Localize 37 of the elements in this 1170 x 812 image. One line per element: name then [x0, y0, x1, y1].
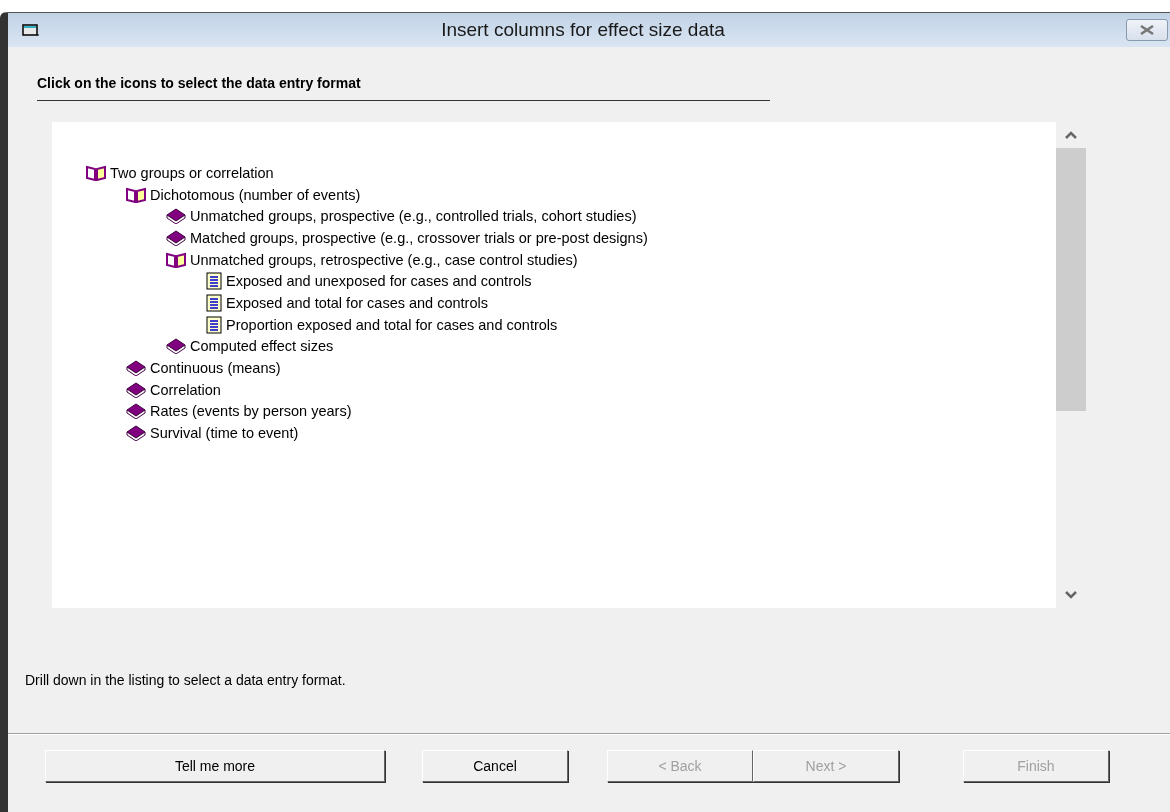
book-icon: [126, 381, 146, 398]
document-icon: [206, 293, 222, 312]
tree-item[interactable]: Exposed and total for cases and controls: [226, 294, 488, 311]
tree-item[interactable]: Rates (events by person years): [150, 403, 352, 420]
dialog-button[interactable]: Tell me more: [45, 750, 385, 782]
open-book-icon: [86, 164, 106, 181]
tree-item[interactable]: Unmatched groups, prospective (e.g., controlled trials, cohort studies): [190, 208, 637, 225]
window-title: Insert columns for effect size data: [440, 19, 726, 41]
tree-item[interactable]: Two groups or correlation: [110, 164, 274, 181]
book-icon: [166, 338, 186, 355]
tree-item[interactable]: Continuous (means): [150, 360, 281, 377]
instruction-heading: Click on the icons to select the data entry format: [37, 75, 770, 101]
tree-item[interactable]: Dichotomous (number of events): [150, 186, 361, 203]
scroll-thumb[interactable]: [1056, 148, 1086, 411]
book-icon: [126, 425, 146, 442]
tree-item[interactable]: Survival (time to event): [150, 425, 299, 442]
window-icon: [22, 23, 40, 37]
tree-item[interactable]: Proportion exposed and total for cases and controls: [226, 316, 558, 333]
dialog-button[interactable]: Cancel: [422, 750, 568, 782]
book-icon: [166, 208, 186, 225]
open-book-icon: [166, 251, 186, 268]
book-icon: [126, 360, 146, 377]
document-icon: [206, 315, 222, 334]
scroll-down-icon[interactable]: [1064, 590, 1078, 600]
status-text: Drill down in the listing to select a data entry format.: [25, 672, 347, 688]
book-icon: [166, 229, 186, 246]
close-icon: [1140, 25, 1154, 35]
tree-item[interactable]: Correlation: [150, 381, 221, 398]
open-book-icon: [126, 186, 146, 203]
tree-item[interactable]: Exposed and unexposed for cases and controls: [226, 273, 532, 290]
tree-item[interactable]: Unmatched groups, retrospective (e.g., case control studies): [190, 251, 578, 268]
document-icon: [206, 272, 222, 291]
scroll-up-icon[interactable]: [1064, 130, 1078, 140]
close-button[interactable]: [1126, 19, 1168, 41]
tree-item[interactable]: Matched groups, prospective (e.g., crossover trials or pre-post designs): [190, 229, 648, 246]
tree-item[interactable]: Computed effect sizes: [190, 338, 334, 355]
book-icon: [126, 403, 146, 420]
